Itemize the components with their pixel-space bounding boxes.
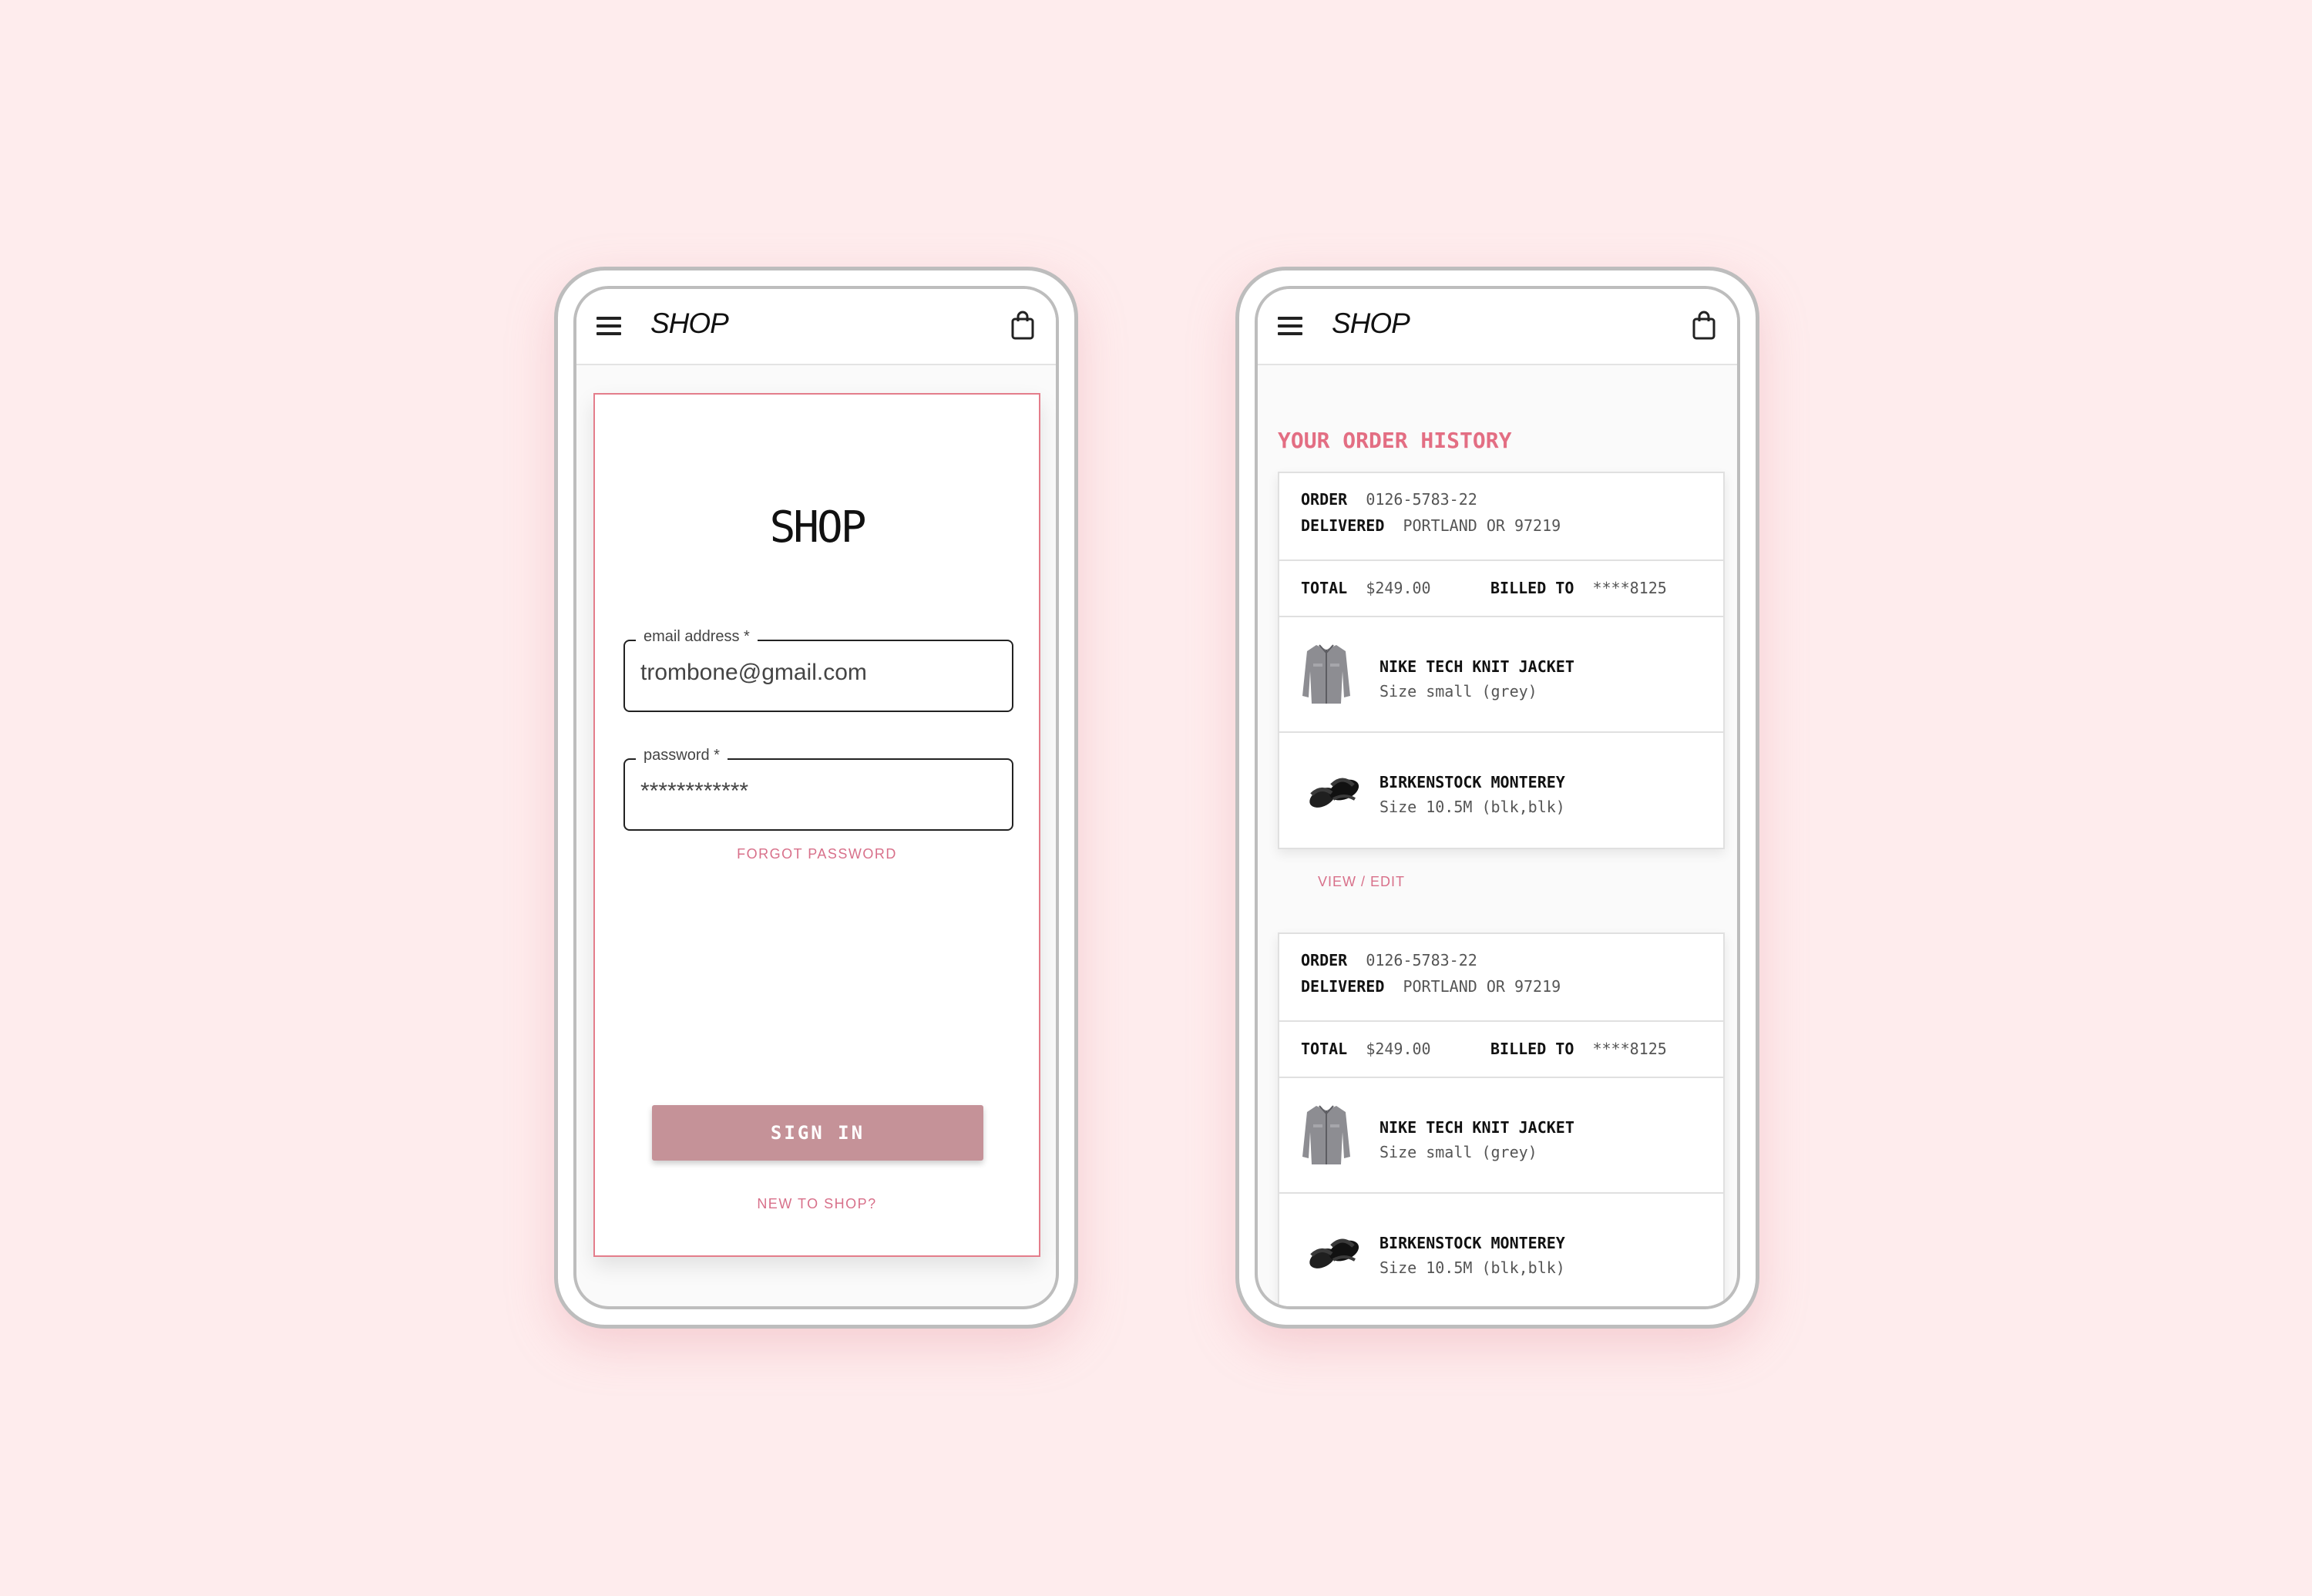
billed-label: BILLED TO — [1490, 1040, 1574, 1058]
item-name: BIRKENSTOCK MONTEREY — [1379, 1234, 1565, 1252]
item-detail: Size small (grey) — [1379, 682, 1537, 701]
sandals-icon — [1302, 1225, 1364, 1278]
email-label: email address * — [636, 628, 758, 646]
order-history-screen: SHOP YOUR ORDER HISTORY ORDER 0126-5783-… — [1255, 286, 1740, 1309]
sign-in-button[interactable]: SIGN IN — [652, 1105, 983, 1161]
sandals-icon — [1302, 764, 1364, 818]
delivered-address: PORTLAND OR 97219 — [1403, 977, 1561, 996]
delivered-label: DELIVERED — [1301, 977, 1385, 996]
total-label: TOTAL — [1301, 1040, 1348, 1058]
order-total: $249.00 — [1366, 1040, 1431, 1058]
hamburger-menu-icon[interactable] — [596, 317, 621, 335]
billed-card: ****8125 — [1592, 1040, 1667, 1058]
brand-logo[interactable]: SHOP — [1332, 307, 1410, 340]
order-item[interactable]: BIRKENSTOCK MONTEREY Size 10.5M (blk,blk… — [1279, 733, 1723, 847]
brand-logo[interactable]: SHOP — [650, 307, 729, 340]
delivered-row: DELIVERED PORTLAND OR 97219 — [1301, 977, 1737, 996]
hamburger-menu-icon[interactable] — [1278, 317, 1302, 335]
item-detail: Size 10.5M (blk,blk) — [1379, 1258, 1565, 1277]
item-name: NIKE TECH KNIT JACKET — [1379, 1118, 1574, 1137]
new-to-shop-link[interactable]: NEW TO SHOP? — [595, 1196, 1039, 1212]
password-label: password * — [636, 747, 728, 764]
order-item[interactable]: NIKE TECH KNIT JACKET Size small (grey) — [1279, 617, 1723, 731]
order-number: 0126-5783-22 — [1366, 951, 1477, 969]
total-row: TOTAL $249.00 BILLED TO ****8125 — [1301, 1040, 1737, 1058]
email-field[interactable]: email address * trombone@gmail.com — [623, 628, 1013, 712]
phone-frame-login: SHOP SHOP email address * trombone@gmail… — [554, 267, 1078, 1329]
view-edit-link[interactable]: VIEW / EDIT — [1318, 874, 1405, 890]
login-screen: SHOP SHOP email address * trombone@gmail… — [573, 286, 1059, 1309]
divider — [1279, 559, 1723, 561]
login-title: SHOP — [769, 502, 867, 553]
jacket-icon — [1299, 1101, 1353, 1168]
email-input[interactable]: trombone@gmail.com — [640, 660, 867, 686]
item-name: NIKE TECH KNIT JACKET — [1379, 657, 1574, 676]
order-label: ORDER — [1301, 490, 1348, 509]
item-detail: Size small (grey) — [1379, 1143, 1537, 1161]
password-field[interactable]: password * ************ — [623, 747, 1013, 831]
shopping-bag-icon[interactable] — [1692, 311, 1716, 340]
login-card: SHOP email address * trombone@gmail.com … — [593, 393, 1040, 1257]
order-card[interactable]: ORDER 0126-5783-22 DELIVERED PORTLAND OR… — [1278, 472, 1725, 849]
delivered-row: DELIVERED PORTLAND OR 97219 — [1301, 516, 1737, 535]
billed-to: BILLED TO ****8125 — [1490, 579, 1667, 597]
order-number-row: ORDER 0126-5783-22 — [1301, 490, 1737, 509]
order-history-title: YOUR ORDER HISTORY — [1278, 428, 1512, 453]
phone-frame-order-history: SHOP YOUR ORDER HISTORY ORDER 0126-5783-… — [1235, 267, 1759, 1329]
delivered-address: PORTLAND OR 97219 — [1403, 516, 1561, 535]
order-label: ORDER — [1301, 951, 1348, 969]
order-number-row: ORDER 0126-5783-22 — [1301, 951, 1737, 969]
billed-to: BILLED TO ****8125 — [1490, 1040, 1667, 1058]
order-number: 0126-5783-22 — [1366, 490, 1477, 509]
billed-label: BILLED TO — [1490, 579, 1574, 597]
item-name: BIRKENSTOCK MONTEREY — [1379, 773, 1565, 791]
app-bar: SHOP — [1258, 289, 1737, 365]
total-row: TOTAL $249.00 BILLED TO ****8125 — [1301, 579, 1737, 597]
shopping-bag-icon[interactable] — [1011, 311, 1034, 340]
order-total: $249.00 — [1366, 579, 1431, 597]
billed-card: ****8125 — [1592, 579, 1667, 597]
jacket-icon — [1299, 640, 1353, 707]
divider — [1279, 1020, 1723, 1022]
password-input[interactable]: ************ — [640, 778, 748, 805]
order-item[interactable]: NIKE TECH KNIT JACKET Size small (grey) — [1279, 1078, 1723, 1192]
item-detail: Size 10.5M (blk,blk) — [1379, 798, 1565, 816]
order-item[interactable]: BIRKENSTOCK MONTEREY Size 10.5M (blk,blk… — [1279, 1194, 1723, 1306]
forgot-password-link[interactable]: FORGOT PASSWORD — [595, 846, 1039, 862]
app-bar: SHOP — [576, 289, 1056, 365]
order-card[interactable]: ORDER 0126-5783-22 DELIVERED PORTLAND OR… — [1278, 932, 1725, 1306]
total-label: TOTAL — [1301, 579, 1348, 597]
delivered-label: DELIVERED — [1301, 516, 1385, 535]
